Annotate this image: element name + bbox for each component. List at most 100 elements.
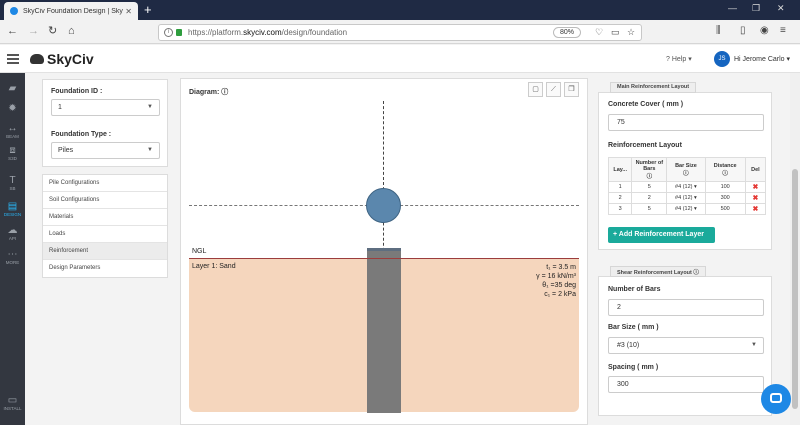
concrete-cover-input[interactable]: 75 bbox=[608, 114, 764, 131]
s3d-icon: ⧈ bbox=[9, 145, 16, 156]
view-2d-button[interactable]: ▢ bbox=[528, 82, 543, 97]
spacing-input[interactable]: 300 bbox=[608, 376, 764, 393]
sidebar-item-sb[interactable]: T SB bbox=[0, 175, 25, 191]
account-icon[interactable]: ◉ bbox=[760, 25, 769, 36]
delete-row-button[interactable]: ✖ bbox=[744, 192, 767, 204]
sidebar-item-design[interactable]: ▤ DESIGN bbox=[0, 201, 25, 217]
sidebar-item-api[interactable]: ☁ API bbox=[0, 225, 25, 241]
foundation-type-select[interactable]: Piles ▼ bbox=[51, 142, 160, 159]
number-of-bars-cell[interactable]: 2 bbox=[631, 192, 668, 204]
scrollbar-thumb[interactable] bbox=[792, 169, 798, 409]
shear-bar-size-select[interactable]: #3 (10) ▼ bbox=[608, 337, 764, 354]
sidebar-item-beam[interactable]: ↔ BEAM bbox=[0, 123, 25, 139]
sidebar-item-more[interactable]: ⋯ MORE bbox=[0, 249, 25, 265]
distance-cell[interactable]: 300 bbox=[704, 192, 746, 204]
browser-nav-bar: ← → ↻ ⌂ i https://platform.skyciv.com/de… bbox=[0, 20, 800, 44]
sidebar-item-settings[interactable]: ✹ bbox=[0, 103, 25, 114]
library-icon[interactable]: ⫼ bbox=[716, 25, 721, 36]
new-tab-icon[interactable]: + bbox=[144, 2, 152, 18]
shear-bar-size-label: Bar Size ( mm ) bbox=[608, 324, 659, 331]
col-header-distance[interactable]: Distance ⓘ bbox=[704, 157, 746, 182]
help-menu[interactable]: ? Help ▾ bbox=[666, 55, 692, 63]
foundation-id-select[interactable]: 1 ▼ bbox=[51, 99, 160, 116]
info-icon: ⓘ bbox=[221, 89, 229, 96]
back-icon[interactable]: ← bbox=[7, 25, 18, 37]
sidebar-item-install[interactable]: ▭ INSTALL bbox=[0, 395, 25, 411]
distance-cell[interactable]: 500 bbox=[704, 203, 746, 215]
address-bar[interactable]: i https://platform.skyciv.com/design/fou… bbox=[158, 24, 642, 41]
main-reinforcement-title: Main Reinforcement Layout bbox=[610, 82, 697, 93]
forward-icon[interactable]: → bbox=[28, 25, 39, 37]
reload-icon[interactable]: ↻ bbox=[48, 25, 57, 37]
browser-tab[interactable]: SkyCiv Foundation Design | Sky ✕ bbox=[4, 2, 138, 20]
chat-support-button[interactable] bbox=[761, 384, 791, 414]
chevron-down-icon: ▾ bbox=[694, 184, 697, 190]
delete-row-button[interactable]: ✖ bbox=[744, 181, 767, 193]
chevron-down-icon: ▼ bbox=[147, 147, 153, 153]
reinforcement-layout-table: Lay... Number of Bars ⓘ Bar Size ⓘ Distanc… bbox=[607, 157, 767, 215]
window-close-icon[interactable]: ✕ bbox=[777, 3, 785, 14]
sidebar-item-files[interactable]: ▰ bbox=[0, 83, 25, 94]
number-of-bars-cell[interactable]: 5 bbox=[631, 203, 668, 215]
foundation-settings-card: Foundation ID : 1 ▼ Foundation Type : Pil… bbox=[42, 79, 168, 167]
bar-size-select[interactable]: #4 (12) ▾ bbox=[666, 203, 706, 215]
bar-size-select[interactable]: #4 (12) ▾ bbox=[666, 181, 706, 193]
bar-size-select[interactable]: #4 (12) ▾ bbox=[666, 192, 706, 204]
soil-layer-label: Layer 1: Sand bbox=[192, 263, 236, 270]
col-header-layer[interactable]: Lay... bbox=[607, 157, 633, 182]
menu-item-materials[interactable]: Materials bbox=[43, 209, 167, 226]
menu-item-design-parameters[interactable]: Design Parameters bbox=[43, 260, 167, 277]
menu-item-reinforcement[interactable]: Reinforcement bbox=[43, 243, 167, 260]
page-scrollbar[interactable] bbox=[790, 73, 800, 425]
table-row: 1 5 #4 (12) ▾ 100 ✖ bbox=[607, 181, 767, 193]
delete-row-button[interactable]: ✖ bbox=[744, 203, 767, 215]
bookmark-star-icon[interactable]: ☆ bbox=[627, 27, 635, 38]
shear-bars-input[interactable]: 2 bbox=[608, 299, 764, 316]
shear-reinforcement-title: Shear Reinforcement Layout ⓘ bbox=[610, 266, 706, 277]
number-of-bars-cell[interactable]: 5 bbox=[631, 181, 668, 193]
menu-item-loads[interactable]: Loads bbox=[43, 226, 167, 243]
settings-menu: Pile Configurations Soil Configurations … bbox=[42, 174, 168, 278]
menu-item-pile-configurations[interactable]: Pile Configurations bbox=[43, 175, 167, 192]
user-menu[interactable]: Hi Jerome Carlo ▾ bbox=[734, 55, 790, 63]
reader-icon[interactable]: ▭ bbox=[611, 27, 620, 38]
beam-icon: ↔ bbox=[7, 123, 18, 134]
avatar[interactable]: JS bbox=[714, 51, 730, 67]
gear-icon: ✹ bbox=[8, 103, 17, 114]
distance-cell[interactable]: 100 bbox=[704, 181, 746, 193]
skyciv-logo[interactable]: SkyCiv bbox=[30, 51, 94, 67]
soil-unit-weight: γ = 16 kN/m³ bbox=[536, 273, 576, 280]
home-icon[interactable]: ⌂ bbox=[68, 25, 75, 37]
pile-cap-edge bbox=[367, 248, 401, 251]
close-icon[interactable]: ✕ bbox=[125, 7, 132, 16]
ngl-label: NGL bbox=[192, 248, 207, 255]
add-reinforcement-layer-button[interactable]: + Add Reinforcement Layer bbox=[608, 227, 715, 243]
hamburger-menu-icon[interactable] bbox=[7, 54, 19, 64]
browser-tab-bar: SkyCiv Foundation Design | Sky ✕ + — ❐ ✕ bbox=[0, 0, 800, 20]
zoom-level[interactable]: 80% bbox=[553, 27, 582, 38]
app-icon-sidebar: ▰ ✹ ↔ BEAM ⧈ S3D T SB ▤ DESIGN ☁ API ⋯ MORE ▭ I… bbox=[0, 73, 25, 425]
copy-button[interactable]: ❐ bbox=[564, 82, 579, 97]
info-icon[interactable]: i bbox=[164, 28, 173, 37]
sidebar-item-s3d[interactable]: ⧈ S3D bbox=[0, 145, 25, 161]
section-builder-icon: T bbox=[9, 175, 16, 186]
menu-icon[interactable]: ≡ bbox=[780, 25, 786, 36]
info-icon: ⓘ bbox=[646, 173, 653, 180]
col-header-number-of-bars[interactable]: Number of Bars ⓘ bbox=[631, 157, 668, 182]
foundation-type-label: Foundation Type : bbox=[51, 131, 112, 138]
delete-icon: ✖ bbox=[752, 184, 759, 191]
info-icon: ⓘ bbox=[722, 170, 728, 177]
cloud-logo-icon bbox=[30, 54, 44, 64]
sidebar-icon[interactable]: ▯ bbox=[740, 25, 746, 36]
layer-cell: 3 bbox=[607, 203, 633, 215]
chevron-down-icon: ▼ bbox=[147, 104, 153, 110]
spacing-label: Spacing ( mm ) bbox=[608, 364, 659, 371]
minimize-icon[interactable]: — bbox=[728, 3, 737, 13]
col-header-bar-size[interactable]: Bar Size ⓘ bbox=[666, 157, 706, 182]
delete-icon: ✖ bbox=[752, 195, 759, 202]
menu-item-soil-configurations[interactable]: Soil Configurations bbox=[43, 192, 167, 209]
restore-icon[interactable]: ❐ bbox=[752, 3, 760, 14]
pocket-icon[interactable]: ♡ bbox=[595, 27, 603, 38]
info-icon: ⓘ bbox=[683, 170, 689, 177]
chart-view-button[interactable]: ⟋ bbox=[546, 82, 561, 97]
